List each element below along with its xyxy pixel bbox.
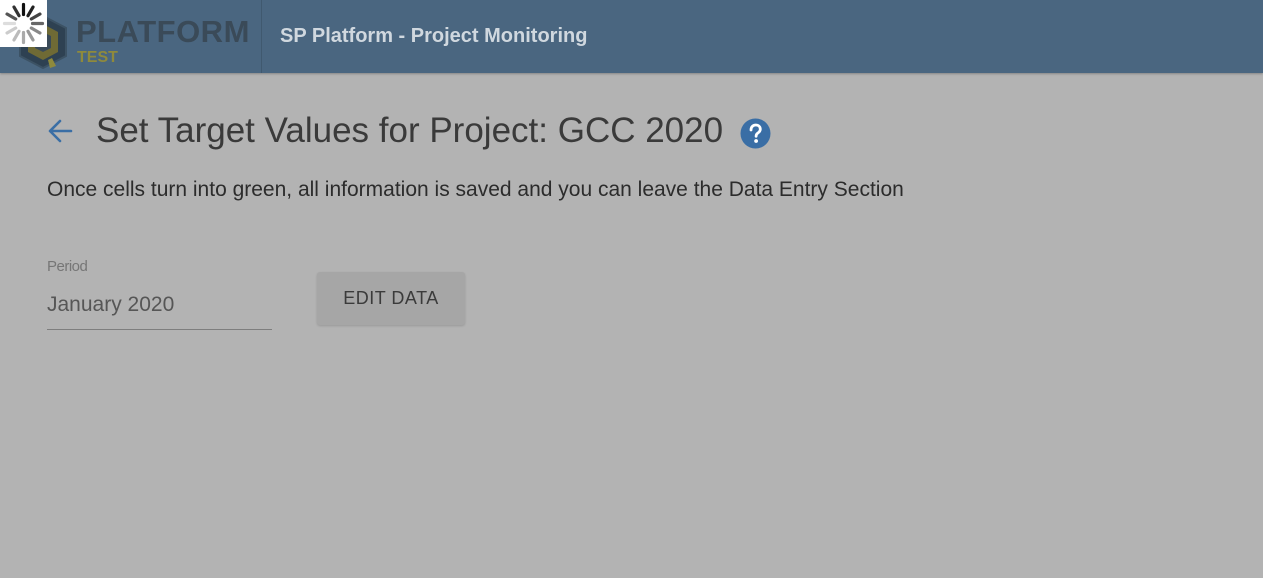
period-select[interactable]: January 2020 bbox=[47, 292, 272, 318]
help-button[interactable] bbox=[740, 118, 771, 149]
period-underline bbox=[47, 329, 272, 330]
help-circle-icon bbox=[740, 118, 771, 149]
arrow-left-icon bbox=[48, 119, 73, 143]
edit-data-button[interactable]: EDIT DATA bbox=[317, 272, 465, 325]
logo-text: PLATFORM bbox=[76, 14, 250, 49]
loading-spinner-icon bbox=[2, 2, 45, 45]
loading-indicator bbox=[0, 0, 47, 47]
period-label: Period bbox=[47, 258, 88, 275]
info-message: Once cells turn into green, all informat… bbox=[47, 178, 904, 201]
page-title: Set Target Values for Project: GCC 2020 bbox=[96, 111, 724, 150]
app-title: SP Platform - Project Monitoring bbox=[280, 25, 588, 47]
back-button[interactable] bbox=[44, 114, 78, 148]
app-bar: PLATFORM TEST SP Platform - Project Moni… bbox=[0, 0, 1263, 73]
logo-subtext: TEST bbox=[77, 49, 118, 66]
